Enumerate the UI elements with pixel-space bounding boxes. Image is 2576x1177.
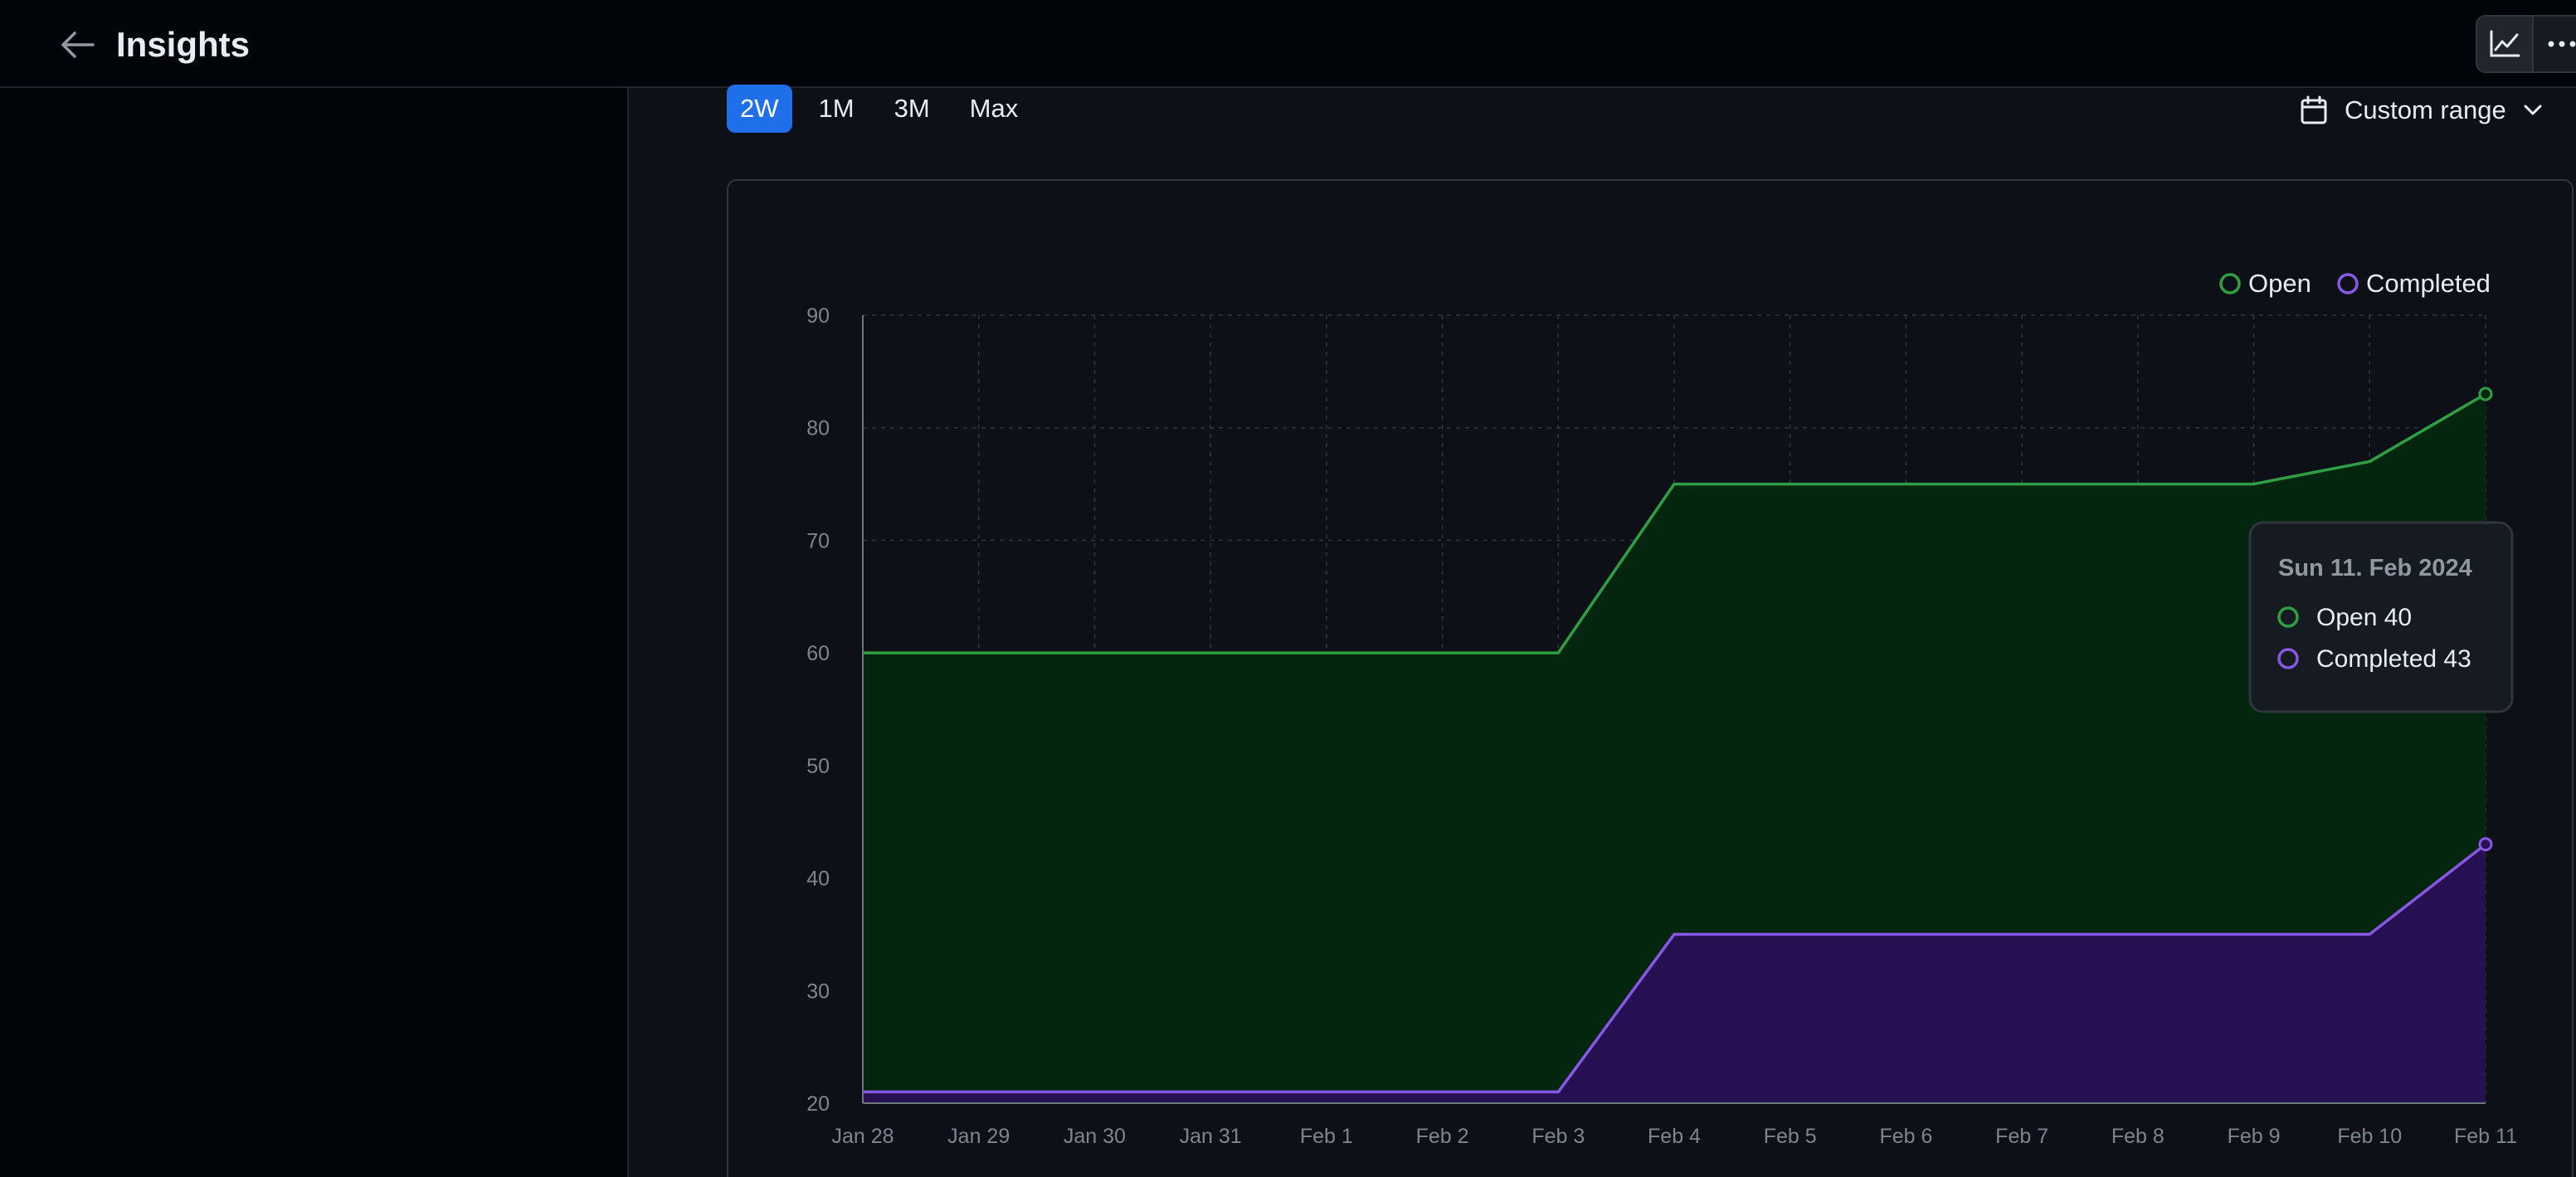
custom-range-button[interactable]: Custom range	[2300, 86, 2543, 134]
issues-chart: 20 30 40 50 60 70 80 90 Jan 28 Jan 29 Jan 30 Jan 31…	[806, 269, 2517, 1148]
tooltip-title: Sun 11. Feb 2024	[2278, 555, 2472, 581]
more-options-button[interactable]	[2534, 17, 2576, 71]
chart-card: 20 30 40 50 60 70 80 90 Jan 28 Jan 29 Jan 30 Jan 31…	[727, 179, 2574, 1177]
x-tick-label: Jan 31	[1180, 1125, 1242, 1148]
x-tick-label: Feb 4	[1648, 1125, 1701, 1148]
line-chart-button[interactable]	[2477, 17, 2535, 71]
y-tick-label: 50	[806, 755, 830, 778]
date-range-tabs: 2W 1M 3M Max	[727, 85, 1031, 133]
y-tick-label: 30	[806, 980, 830, 1003]
point-completed[interactable]	[2478, 837, 2493, 852]
x-tick-label: Feb 10	[2337, 1125, 2402, 1148]
range-tab-1m[interactable]: 1M	[806, 85, 868, 133]
chevron-down-icon	[2524, 105, 2542, 115]
x-tick-label: Jan 28	[831, 1125, 894, 1148]
legend-label-completed[interactable]: Completed	[2366, 269, 2491, 298]
y-tick-label: 40	[806, 868, 830, 891]
page-title: Insights	[116, 25, 251, 64]
x-tick-label: Jan 30	[1064, 1125, 1126, 1148]
calendar-icon	[2301, 95, 2327, 124]
y-tick-label: 20	[806, 1092, 830, 1116]
range-tab-max[interactable]: Max	[957, 85, 1032, 133]
sidebar	[0, 88, 629, 1177]
arrow-left-icon	[61, 32, 95, 58]
y-tick-label: 70	[806, 529, 830, 552]
x-tick-label: Feb 9	[2228, 1125, 2281, 1148]
x-tick-label: Feb 1	[1300, 1125, 1353, 1148]
x-tick-label: Feb 6	[1879, 1125, 1932, 1148]
tooltip-label-completed: Completed 43	[2316, 645, 2471, 673]
back-button[interactable]	[55, 25, 101, 65]
x-tick-label: Feb 2	[1416, 1125, 1469, 1148]
range-tab-2w[interactable]: 2W	[727, 85, 792, 133]
kebab-horizontal-icon	[2548, 41, 2576, 47]
legend-marker-open	[2219, 273, 2241, 294]
line-chart-icon	[2490, 30, 2520, 57]
x-tick-label: Jan 29	[947, 1125, 1010, 1148]
x-tick-label: Feb 5	[1764, 1125, 1817, 1148]
x-tick-label: Feb 7	[1995, 1125, 2048, 1148]
custom-range-label: Custom range	[2345, 95, 2506, 124]
y-tick-label: 90	[806, 304, 830, 328]
top-bar: Insights	[0, 0, 2576, 88]
legend-label-open[interactable]: Open	[2248, 269, 2311, 298]
view-toolbar	[2476, 15, 2576, 73]
tooltip-label-open: Open 40	[2316, 604, 2412, 631]
x-tick-label: Feb 11	[2454, 1125, 2517, 1148]
range-tab-3m[interactable]: 3M	[881, 85, 943, 133]
x-tick-label: Feb 3	[1531, 1125, 1585, 1148]
y-tick-label: 60	[806, 642, 830, 665]
y-tick-label: 80	[806, 417, 830, 440]
point-open[interactable]	[2478, 387, 2493, 401]
legend-marker-completed	[2337, 273, 2359, 294]
x-tick-label: Feb 8	[2111, 1125, 2165, 1148]
